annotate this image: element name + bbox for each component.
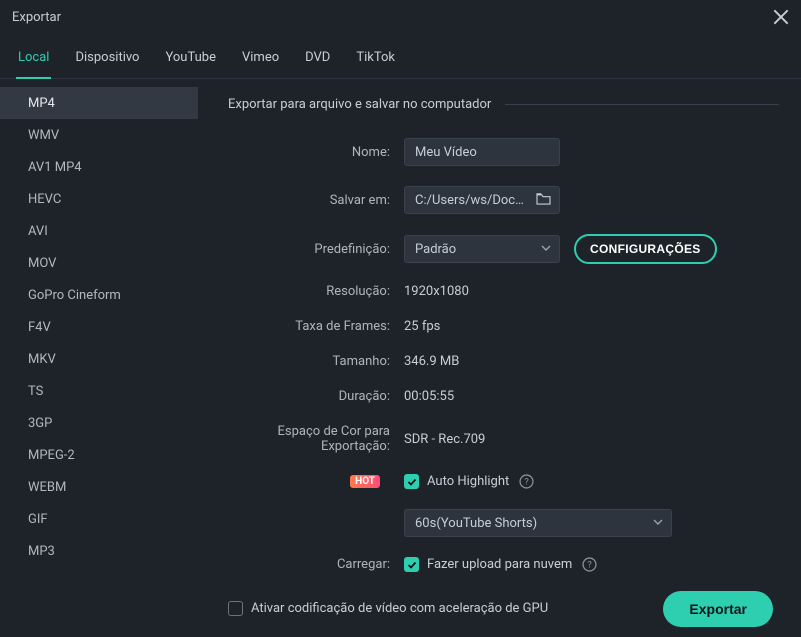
chevron-down-icon bbox=[653, 516, 663, 531]
section-title: Exportar para arquivo e salvar no comput… bbox=[228, 97, 491, 112]
save-label: Salvar em: bbox=[228, 193, 404, 208]
name-label: Nome: bbox=[228, 145, 404, 160]
resolution-label: Resolução: bbox=[228, 284, 404, 299]
gpu-checkbox[interactable] bbox=[228, 601, 243, 616]
format-item-mp4[interactable]: MP4 bbox=[0, 87, 198, 119]
size-label: Tamanho: bbox=[228, 354, 404, 369]
upload-checkbox[interactable] bbox=[404, 557, 419, 572]
close-icon[interactable] bbox=[773, 9, 789, 25]
hot-badge: HOT bbox=[350, 475, 380, 488]
format-item-ts[interactable]: TS bbox=[0, 375, 198, 407]
duration-label: Duração: bbox=[228, 389, 404, 404]
format-sidebar: MP4WMVAV1 MP4HEVCAVIMOVGoPro CineformF4V… bbox=[0, 79, 198, 579]
format-item-mp3[interactable]: MP3 bbox=[0, 535, 198, 567]
format-item-mkv[interactable]: MKV bbox=[0, 343, 198, 375]
framerate-value: 25 fps bbox=[404, 319, 440, 334]
colorspace-value: SDR - Rec.709 bbox=[404, 432, 485, 447]
folder-icon[interactable] bbox=[536, 192, 551, 209]
format-item-av1-mp4[interactable]: AV1 MP4 bbox=[0, 151, 198, 183]
auto-highlight-label: Auto Highlight bbox=[427, 474, 509, 489]
highlight-preset-value: 60s(YouTube Shorts) bbox=[415, 516, 537, 531]
gpu-label: Ativar codificação de vídeo com aceleraç… bbox=[251, 601, 548, 616]
export-tabs: Local Dispositivo YouTube Vimeo DVD TikTok bbox=[0, 34, 801, 79]
svg-text:?: ? bbox=[525, 477, 530, 488]
tab-dvd[interactable]: DVD bbox=[303, 44, 332, 78]
tab-vimeo[interactable]: Vimeo bbox=[240, 44, 281, 78]
format-item-webm[interactable]: WEBM bbox=[0, 471, 198, 503]
preset-value: Padrão bbox=[415, 242, 456, 257]
size-value: 346.9 MB bbox=[404, 354, 459, 369]
tab-tiktok[interactable]: TikTok bbox=[354, 44, 397, 78]
tab-local[interactable]: Local bbox=[16, 44, 51, 79]
help-icon[interactable]: ? bbox=[582, 557, 597, 572]
duration-value: 00:05:55 bbox=[404, 389, 454, 404]
tab-youtube[interactable]: YouTube bbox=[163, 44, 218, 78]
name-input[interactable]: Meu Vídeo bbox=[404, 138, 560, 166]
save-path-value: C:/Users/ws/Documents bbox=[415, 193, 525, 208]
colorspace-label: Espaço de Cor para Exportação: bbox=[228, 424, 404, 454]
preset-select[interactable]: Padrão bbox=[404, 235, 560, 263]
footer: Ativar codificação de vídeo com aceleraç… bbox=[0, 579, 801, 637]
format-item-wmv[interactable]: WMV bbox=[0, 119, 198, 151]
upload-text: Fazer upload para nuvem bbox=[427, 557, 572, 572]
save-path-input[interactable]: C:/Users/ws/Documents bbox=[404, 186, 560, 214]
tab-dispositivo[interactable]: Dispositivo bbox=[73, 44, 141, 78]
export-button[interactable]: Exportar bbox=[663, 591, 773, 627]
help-icon[interactable]: ? bbox=[519, 474, 534, 489]
format-item-gif[interactable]: GIF bbox=[0, 503, 198, 535]
format-item-mov[interactable]: MOV bbox=[0, 247, 198, 279]
settings-button[interactable]: CONFIGURAÇÕES bbox=[574, 234, 717, 264]
upload-label: Carregar: bbox=[228, 557, 404, 572]
auto-highlight-checkbox[interactable] bbox=[404, 474, 419, 489]
chevron-down-icon bbox=[541, 242, 551, 257]
format-item-3gp[interactable]: 3GP bbox=[0, 407, 198, 439]
preset-label: Predefinição: bbox=[228, 242, 404, 257]
divider bbox=[505, 104, 779, 105]
format-item-hevc[interactable]: HEVC bbox=[0, 183, 198, 215]
format-item-mpeg-2[interactable]: MPEG-2 bbox=[0, 439, 198, 471]
format-item-gopro-cineform[interactable]: GoPro Cineform bbox=[0, 279, 198, 311]
format-item-avi[interactable]: AVI bbox=[0, 215, 198, 247]
titlebar: Exportar bbox=[0, 0, 801, 34]
format-item-f4v[interactable]: F4V bbox=[0, 311, 198, 343]
window-title: Exportar bbox=[12, 10, 61, 25]
resolution-value: 1920x1080 bbox=[404, 284, 469, 299]
svg-text:?: ? bbox=[587, 560, 592, 571]
framerate-label: Taxa de Frames: bbox=[228, 319, 404, 334]
export-settings-panel: Exportar para arquivo e salvar no comput… bbox=[198, 79, 801, 579]
highlight-preset-select[interactable]: 60s(YouTube Shorts) bbox=[404, 509, 672, 537]
name-input-value: Meu Vídeo bbox=[415, 145, 477, 160]
